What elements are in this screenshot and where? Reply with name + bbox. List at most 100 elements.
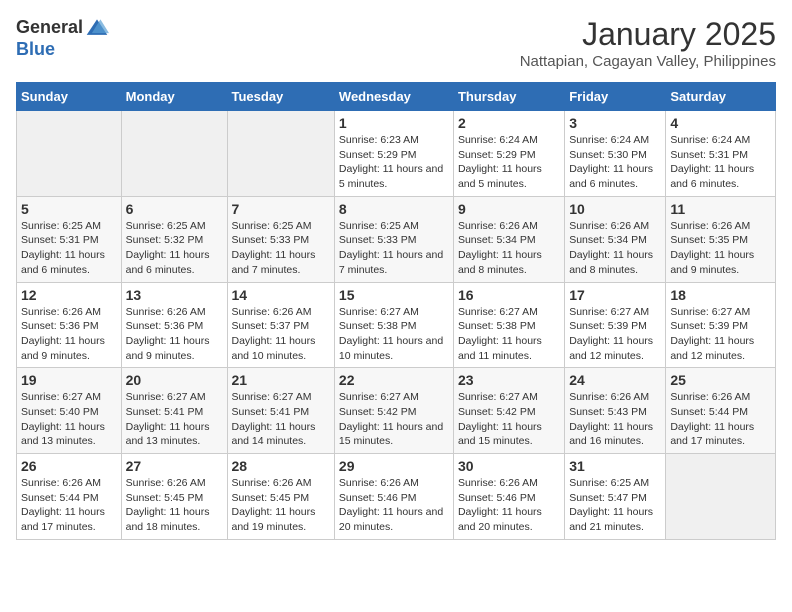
col-header-monday: Monday <box>121 83 227 111</box>
calendar-cell: 9 Sunrise: 6:26 AMSunset: 5:34 PMDaylight… <box>453 196 564 282</box>
calendar-cell: 14 Sunrise: 6:26 AMSunset: 5:37 PMDayligh… <box>227 282 334 368</box>
calendar-table: SundayMondayTuesdayWednesdayThursdayFrid… <box>16 82 776 540</box>
day-number: 15 <box>339 287 449 303</box>
calendar-cell: 3 Sunrise: 6:24 AMSunset: 5:30 PMDaylight… <box>565 111 666 197</box>
col-header-sunday: Sunday <box>17 83 122 111</box>
page-title: January 2025 <box>520 16 776 53</box>
title-block: January 2025 Nattapian, Cagayan Valley, … <box>520 16 776 70</box>
day-number: 20 <box>126 372 223 388</box>
day-number: 4 <box>670 115 771 131</box>
day-info: Sunrise: 6:26 AMSunset: 5:46 PMDaylight:… <box>339 476 449 535</box>
calendar-cell: 15 Sunrise: 6:27 AMSunset: 5:38 PMDayligh… <box>334 282 453 368</box>
calendar-week-row: 5 Sunrise: 6:25 AMSunset: 5:31 PMDaylight… <box>17 196 776 282</box>
day-number: 11 <box>670 201 771 217</box>
day-info: Sunrise: 6:27 AMSunset: 5:40 PMDaylight:… <box>21 390 117 449</box>
day-info: Sunrise: 6:27 AMSunset: 5:41 PMDaylight:… <box>232 390 330 449</box>
calendar-cell <box>17 111 122 197</box>
day-info: Sunrise: 6:27 AMSunset: 5:39 PMDaylight:… <box>670 305 771 364</box>
calendar-header-row: SundayMondayTuesdayWednesdayThursdayFrid… <box>17 83 776 111</box>
day-info: Sunrise: 6:26 AMSunset: 5:35 PMDaylight:… <box>670 219 771 278</box>
calendar-cell: 8 Sunrise: 6:25 AMSunset: 5:33 PMDaylight… <box>334 196 453 282</box>
day-info: Sunrise: 6:26 AMSunset: 5:45 PMDaylight:… <box>232 476 330 535</box>
day-number: 24 <box>569 372 661 388</box>
day-info: Sunrise: 6:26 AMSunset: 5:34 PMDaylight:… <box>458 219 560 278</box>
day-info: Sunrise: 6:27 AMSunset: 5:39 PMDaylight:… <box>569 305 661 364</box>
logo-icon <box>85 16 109 40</box>
day-number: 14 <box>232 287 330 303</box>
day-info: Sunrise: 6:26 AMSunset: 5:34 PMDaylight:… <box>569 219 661 278</box>
calendar-cell: 2 Sunrise: 6:24 AMSunset: 5:29 PMDaylight… <box>453 111 564 197</box>
day-number: 19 <box>21 372 117 388</box>
calendar-cell <box>121 111 227 197</box>
day-info: Sunrise: 6:26 AMSunset: 5:36 PMDaylight:… <box>21 305 117 364</box>
calendar-week-row: 1 Sunrise: 6:23 AMSunset: 5:29 PMDaylight… <box>17 111 776 197</box>
day-number: 17 <box>569 287 661 303</box>
calendar-week-row: 26 Sunrise: 6:26 AMSunset: 5:44 PMDayligh… <box>17 454 776 540</box>
day-info: Sunrise: 6:24 AMSunset: 5:29 PMDaylight:… <box>458 133 560 192</box>
calendar-cell: 28 Sunrise: 6:26 AMSunset: 5:45 PMDayligh… <box>227 454 334 540</box>
calendar-cell: 12 Sunrise: 6:26 AMSunset: 5:36 PMDayligh… <box>17 282 122 368</box>
day-number: 27 <box>126 458 223 474</box>
day-info: Sunrise: 6:25 AMSunset: 5:31 PMDaylight:… <box>21 219 117 278</box>
calendar-cell: 10 Sunrise: 6:26 AMSunset: 5:34 PMDayligh… <box>565 196 666 282</box>
calendar-cell: 25Sunrise: 6:26 AMSunset: 5:44 PMDayligh… <box>666 368 776 454</box>
day-number: 22 <box>339 372 449 388</box>
day-info: Sunrise: 6:26 AMSunset: 5:43 PMDaylight:… <box>569 390 661 449</box>
calendar-cell: 26 Sunrise: 6:26 AMSunset: 5:44 PMDayligh… <box>17 454 122 540</box>
day-info: Sunrise: 6:27 AMSunset: 5:42 PMDaylight:… <box>458 390 560 449</box>
day-number: 28 <box>232 458 330 474</box>
logo: General Blue <box>16 16 109 60</box>
day-info: Sunrise: 6:27 AMSunset: 5:41 PMDaylight:… <box>126 390 223 449</box>
day-number: 10 <box>569 201 661 217</box>
logo-general: General <box>16 18 83 38</box>
day-info: Sunrise: 6:26 AMSunset: 5:44 PMDaylight:… <box>21 476 117 535</box>
day-info: Sunrise: 6:26 AMSunset: 5:37 PMDaylight:… <box>232 305 330 364</box>
page-subtitle: Nattapian, Cagayan Valley, Philippines <box>520 53 776 70</box>
calendar-cell: 5 Sunrise: 6:25 AMSunset: 5:31 PMDaylight… <box>17 196 122 282</box>
calendar-cell: 31Sunrise: 6:25 AMSunset: 5:47 PMDayligh… <box>565 454 666 540</box>
day-info: Sunrise: 6:25 AMSunset: 5:33 PMDaylight:… <box>232 219 330 278</box>
calendar-cell: 16Sunrise: 6:27 AMSunset: 5:38 PMDayligh… <box>453 282 564 368</box>
day-number: 8 <box>339 201 449 217</box>
day-info: Sunrise: 6:27 AMSunset: 5:38 PMDaylight:… <box>339 305 449 364</box>
day-info: Sunrise: 6:24 AMSunset: 5:31 PMDaylight:… <box>670 133 771 192</box>
day-number: 21 <box>232 372 330 388</box>
day-number: 5 <box>21 201 117 217</box>
calendar-cell: 4 Sunrise: 6:24 AMSunset: 5:31 PMDaylight… <box>666 111 776 197</box>
calendar-cell: 18Sunrise: 6:27 AMSunset: 5:39 PMDayligh… <box>666 282 776 368</box>
day-info: Sunrise: 6:26 AMSunset: 5:44 PMDaylight:… <box>670 390 771 449</box>
calendar-cell <box>227 111 334 197</box>
calendar-cell: 27Sunrise: 6:26 AMSunset: 5:45 PMDayligh… <box>121 454 227 540</box>
day-number: 2 <box>458 115 560 131</box>
calendar-cell: 7 Sunrise: 6:25 AMSunset: 5:33 PMDaylight… <box>227 196 334 282</box>
calendar-cell: 20 Sunrise: 6:27 AMSunset: 5:41 PMDayligh… <box>121 368 227 454</box>
day-info: Sunrise: 6:26 AMSunset: 5:36 PMDaylight:… <box>126 305 223 364</box>
day-number: 26 <box>21 458 117 474</box>
day-info: Sunrise: 6:27 AMSunset: 5:38 PMDaylight:… <box>458 305 560 364</box>
day-number: 1 <box>339 115 449 131</box>
day-number: 7 <box>232 201 330 217</box>
day-info: Sunrise: 6:24 AMSunset: 5:30 PMDaylight:… <box>569 133 661 192</box>
day-number: 30 <box>458 458 560 474</box>
day-number: 12 <box>21 287 117 303</box>
calendar-cell: 22 Sunrise: 6:27 AMSunset: 5:42 PMDayligh… <box>334 368 453 454</box>
col-header-tuesday: Tuesday <box>227 83 334 111</box>
day-number: 23 <box>458 372 560 388</box>
col-header-thursday: Thursday <box>453 83 564 111</box>
calendar-cell: 24 Sunrise: 6:26 AMSunset: 5:43 PMDayligh… <box>565 368 666 454</box>
day-number: 3 <box>569 115 661 131</box>
calendar-cell: 1 Sunrise: 6:23 AMSunset: 5:29 PMDaylight… <box>334 111 453 197</box>
calendar-cell: 29Sunrise: 6:26 AMSunset: 5:46 PMDayligh… <box>334 454 453 540</box>
day-number: 13 <box>126 287 223 303</box>
day-info: Sunrise: 6:25 AMSunset: 5:47 PMDaylight:… <box>569 476 661 535</box>
col-header-friday: Friday <box>565 83 666 111</box>
calendar-cell: 21 Sunrise: 6:27 AMSunset: 5:41 PMDayligh… <box>227 368 334 454</box>
day-number: 9 <box>458 201 560 217</box>
calendar-cell: 13 Sunrise: 6:26 AMSunset: 5:36 PMDayligh… <box>121 282 227 368</box>
calendar-cell: 6Sunrise: 6:25 AMSunset: 5:32 PMDaylight… <box>121 196 227 282</box>
col-header-wednesday: Wednesday <box>334 83 453 111</box>
day-info: Sunrise: 6:27 AMSunset: 5:42 PMDaylight:… <box>339 390 449 449</box>
day-info: Sunrise: 6:25 AMSunset: 5:33 PMDaylight:… <box>339 219 449 278</box>
day-info: Sunrise: 6:23 AMSunset: 5:29 PMDaylight:… <box>339 133 449 192</box>
calendar-week-row: 12 Sunrise: 6:26 AMSunset: 5:36 PMDayligh… <box>17 282 776 368</box>
